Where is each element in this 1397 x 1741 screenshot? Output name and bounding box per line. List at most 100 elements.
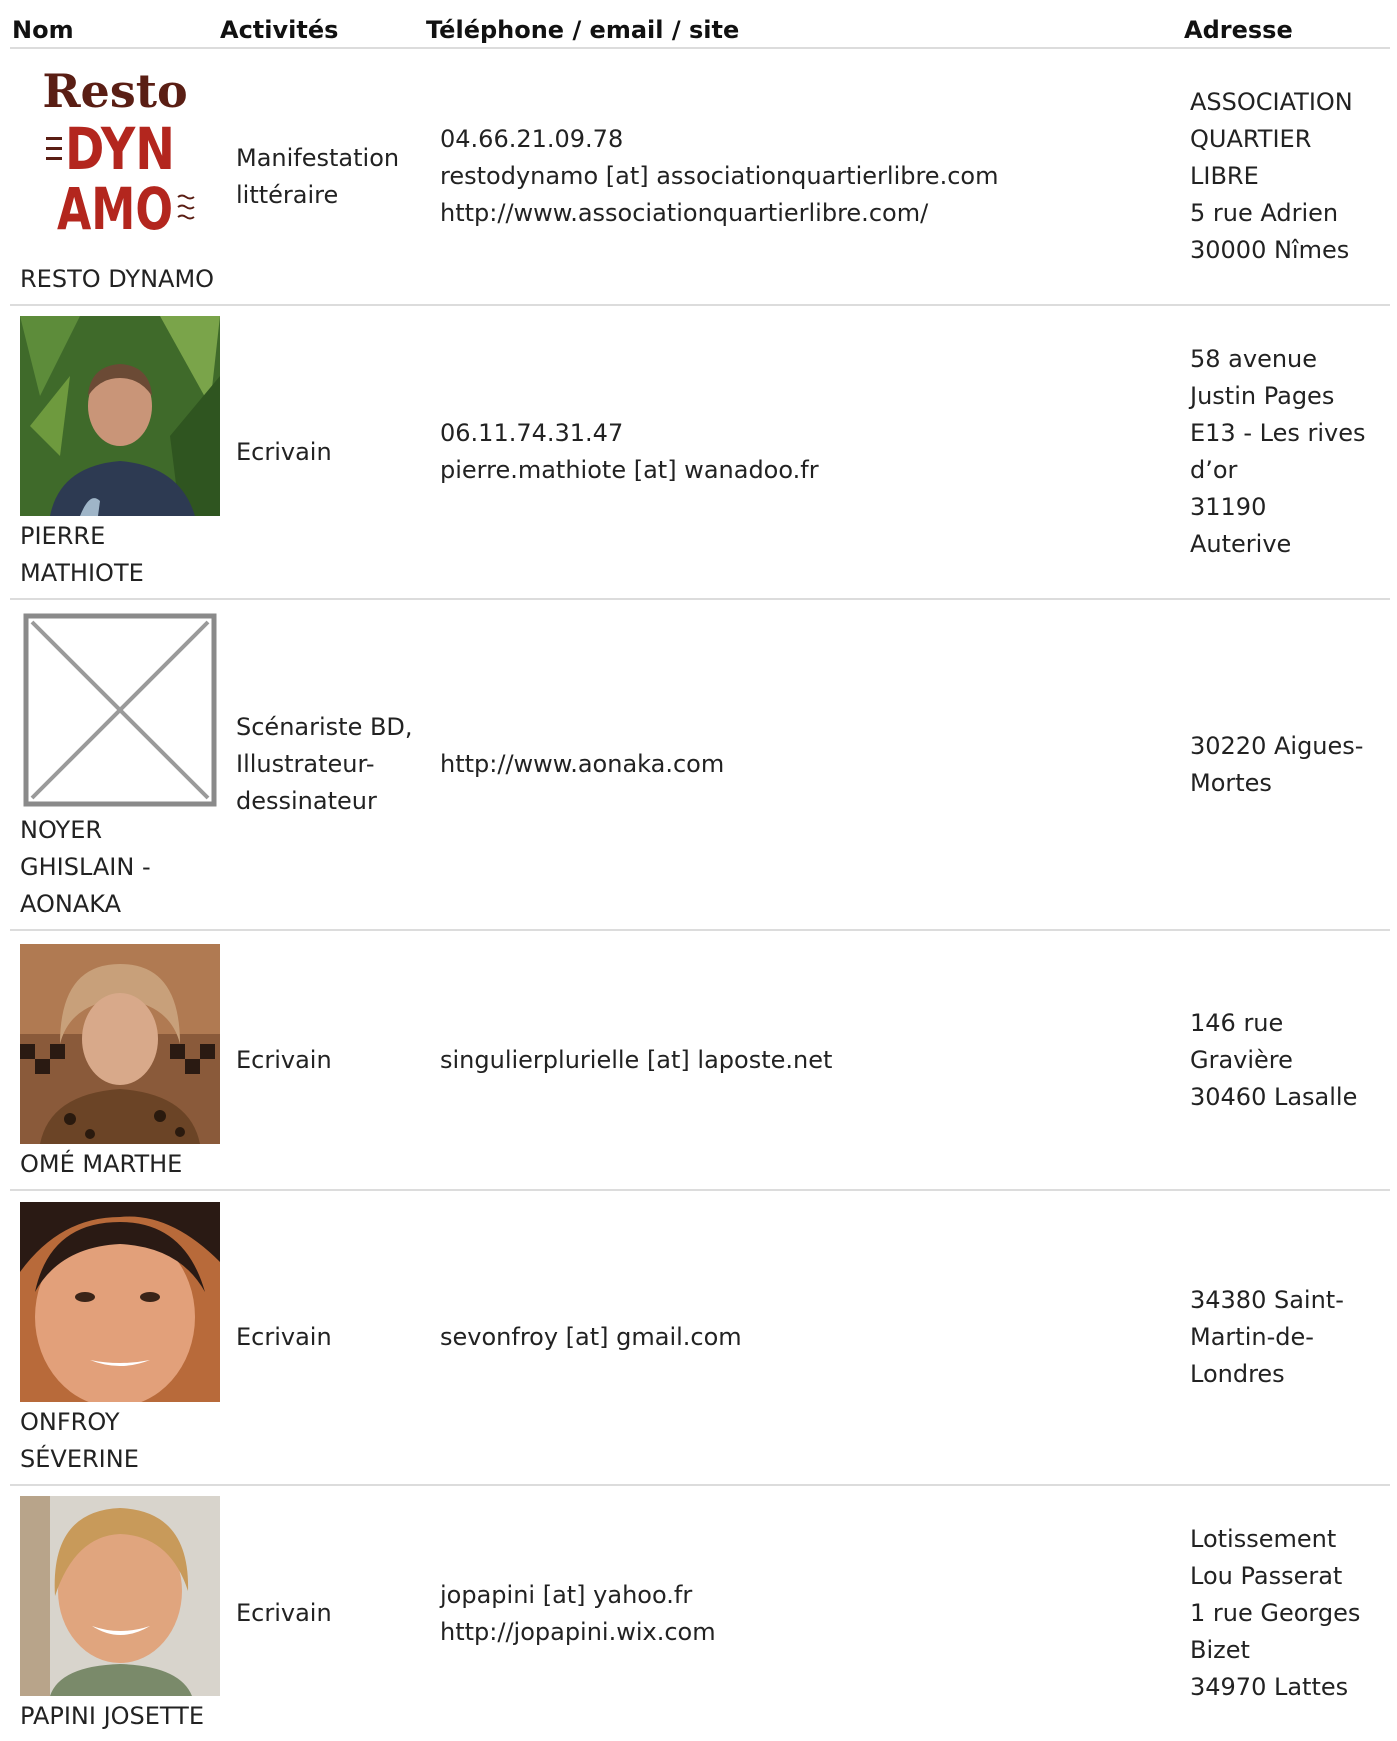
website-link[interactable]: http://jopapini.wix.com	[440, 1614, 1184, 1651]
address-line: E13 - Les rives	[1190, 419, 1366, 447]
activity-line: Ecrivain	[236, 1599, 332, 1627]
name-line: ONFROY	[20, 1408, 120, 1436]
address-cell: ASSOCIATION QUARTIER LIBRE 5 rue Adrien …	[1184, 48, 1390, 306]
email-text: singulierplurielle [at] laposte.net	[440, 1045, 833, 1074]
address-line: 34970 Lattes	[1190, 1673, 1349, 1701]
logo-text-line3: AMO	[57, 175, 173, 239]
name-line: OMÉ MARTHE	[20, 1150, 183, 1178]
activity-line: Scénariste BD,	[236, 713, 413, 741]
address-line: 1 rue Georges	[1190, 1599, 1361, 1627]
address-line: 146 rue	[1190, 1008, 1284, 1037]
address-line: 30460 Lasalle	[1190, 1082, 1358, 1111]
activity-line: dessinateur	[236, 787, 377, 815]
header-row: Nom Activités Téléphone / email / site A…	[10, 0, 1390, 49]
table-row: Resto DYN AMO RESTO DYNAMO Manifestation…	[10, 48, 1390, 306]
person-name: PAPINI JOSETTE	[20, 1698, 218, 1735]
address-line: Lou Passerat	[1190, 1562, 1343, 1590]
image-placeholder	[20, 610, 220, 810]
email-text: jopapini [at] yahoo.fr	[440, 1580, 693, 1609]
address-cell: Lotissement Lou Passerat 1 rue Georges B…	[1184, 1485, 1390, 1741]
address-line: d’or	[1190, 456, 1238, 484]
website-link[interactable]: http://www.associationquartierlibre.com/	[440, 195, 1184, 232]
address-line: Gravière	[1190, 1045, 1293, 1074]
address-line: 30000 Nîmes	[1190, 236, 1350, 264]
name-cell: OMÉ MARTHE	[10, 930, 220, 1191]
email-text: sevonfroy [at] gmail.com	[440, 1323, 742, 1351]
activity-line: Illustrateur-	[236, 750, 375, 778]
address-line: Martin-de-	[1190, 1323, 1314, 1351]
website-link[interactable]: http://www.aonaka.com	[440, 746, 1184, 783]
contact-cell: 04.66.21.09.78 restodynamo [at] associat…	[426, 48, 1184, 306]
activity-line: Ecrivain	[236, 437, 332, 466]
name-line: SÉVERINE	[20, 1445, 139, 1473]
portrait-photo	[20, 316, 220, 516]
name-cell: NOYER GHISLAIN - AONAKA	[10, 599, 220, 931]
phone-text: 06.11.74.31.47	[440, 419, 624, 447]
activity-cell: Ecrivain	[218, 1485, 426, 1741]
contact-cell: sevonfroy [at] gmail.com	[426, 1190, 1184, 1486]
header-nom: Nom	[10, 0, 218, 49]
name-line: MATHIOTE	[20, 559, 144, 587]
table-row: ONFROY SÉVERINE Ecrivain sevonfroy [at] …	[10, 1190, 1390, 1486]
logo-text-line2: DYN	[65, 115, 175, 183]
name-line: GHISLAIN -	[20, 853, 151, 881]
name-line: PAPINI JOSETTE	[20, 1702, 204, 1730]
address-line: Lotissement	[1190, 1525, 1337, 1553]
header-contact: Téléphone / email / site	[426, 0, 1184, 49]
resto-dynamo-logo: Resto DYN AMO	[20, 59, 220, 259]
address-line: Mortes	[1190, 768, 1272, 797]
address-line: 31190	[1190, 493, 1267, 521]
address-cell: 30220 Aigues- Mortes	[1184, 599, 1390, 931]
activity-cell: Ecrivain	[218, 930, 426, 1191]
address-line: 58 avenue	[1190, 345, 1318, 373]
address-line: 5 rue Adrien	[1190, 199, 1339, 227]
activity-cell: Scénariste BD, Illustrateur- dessinateur	[218, 599, 426, 931]
address-line: ASSOCIATION	[1190, 88, 1353, 116]
name-line: PIERRE	[20, 522, 106, 550]
address-cell: 146 rue Gravière 30460 Lasalle	[1184, 930, 1390, 1191]
person-name: NOYER GHISLAIN - AONAKA	[20, 812, 218, 923]
name-line: NOYER	[20, 816, 103, 844]
address-cell: 34380 Saint- Martin-de- Londres	[1184, 1190, 1390, 1486]
contact-cell: jopapini [at] yahoo.fr http://jopapini.w…	[426, 1485, 1184, 1741]
address-line: QUARTIER	[1190, 125, 1312, 153]
address-line: 30220 Aigues-	[1190, 731, 1364, 760]
phone-text: 04.66.21.09.78	[440, 125, 624, 153]
person-name: RESTO DYNAMO	[20, 261, 218, 298]
activity-line: Manifestation	[236, 143, 400, 172]
name-line: AONAKA	[20, 890, 121, 918]
logo-text-line1: Resto	[42, 64, 187, 118]
address-line: Justin Pages	[1190, 382, 1335, 410]
portrait-photo	[20, 944, 220, 1144]
contact-cell: 06.11.74.31.47 pierre.mathiote [at] wana…	[426, 305, 1184, 600]
name-cell: Resto DYN AMO RESTO DYNAMO	[10, 48, 220, 306]
portrait-photo	[20, 1496, 220, 1696]
contact-cell: singulierplurielle [at] laposte.net	[426, 930, 1184, 1191]
address-line: 34380 Saint-	[1190, 1286, 1344, 1314]
activity-line: Ecrivain	[236, 1045, 332, 1074]
activity-cell: Manifestation littéraire	[218, 48, 426, 306]
address-line: Auterive	[1190, 530, 1292, 558]
person-name: PIERRE MATHIOTE	[20, 518, 218, 592]
name-cell: ONFROY SÉVERINE	[10, 1190, 220, 1486]
name-cell: PAPINI JOSETTE	[10, 1485, 220, 1741]
table-row: NOYER GHISLAIN - AONAKA Scénariste BD, I…	[10, 599, 1390, 931]
person-name: OMÉ MARTHE	[20, 1146, 218, 1183]
address-cell: 58 avenue Justin Pages E13 - Les rives d…	[1184, 305, 1390, 600]
activity-line: Ecrivain	[236, 1323, 332, 1351]
email-text: pierre.mathiote [at] wanadoo.fr	[440, 456, 819, 484]
name-cell: PIERRE MATHIOTE	[10, 305, 220, 600]
portrait-photo	[20, 1202, 220, 1402]
address-line: Bizet	[1190, 1636, 1250, 1664]
table-row: PAPINI JOSETTE Ecrivain jopapini [at] ya…	[10, 1485, 1390, 1741]
header-activites: Activités	[218, 0, 426, 49]
address-line: LIBRE	[1190, 162, 1259, 190]
header-adresse: Adresse	[1184, 0, 1390, 49]
email-text: restodynamo [at] associationquartierlibr…	[440, 162, 999, 190]
table-row: PIERRE MATHIOTE Ecrivain 06.11.74.31.47 …	[10, 305, 1390, 600]
activity-line: littéraire	[236, 180, 339, 209]
address-line: Londres	[1190, 1360, 1285, 1388]
contact-cell: http://www.aonaka.com	[426, 599, 1184, 931]
activity-cell: Ecrivain	[218, 1190, 426, 1486]
name-line: RESTO DYNAMO	[20, 265, 215, 293]
